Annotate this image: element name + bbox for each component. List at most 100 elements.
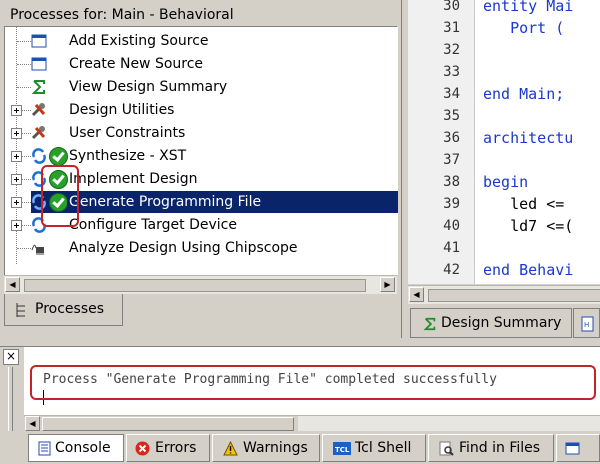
window-icon: [31, 57, 47, 71]
scroll-left-icon[interactable]: ◀: [5, 277, 20, 292]
line-number: 36: [443, 130, 460, 146]
line-number: 30: [443, 0, 460, 14]
tools-icon: [31, 103, 46, 117]
code-line: ld7 <=(: [483, 217, 574, 235]
process-item-generate-programming-file[interactable]: Generate Programming File: [31, 191, 398, 213]
console-icon: [38, 441, 51, 456]
code-line: Port (: [483, 19, 565, 37]
console-grip: [8, 367, 13, 431]
processes-header: Processes for: Main - Behavioral: [4, 4, 397, 27]
tab-processes[interactable]: Processes: [4, 294, 123, 326]
tree-connector: [17, 64, 31, 65]
code-line: entity Mai: [483, 0, 574, 15]
scrollbar-track[interactable]: [298, 416, 600, 431]
tree-connector: [22, 133, 31, 134]
close-icon[interactable]: ×: [3, 349, 19, 365]
sigma-icon: [423, 317, 436, 331]
tab-console[interactable]: Console: [28, 434, 124, 462]
line-number: 40: [443, 218, 460, 234]
process-item-add-existing-source[interactable]: Add Existing Source: [5, 30, 398, 52]
process-item-label: Configure Target Device: [69, 217, 237, 233]
tab-label: Errors: [155, 440, 197, 456]
tab-find-in-files[interactable]: Find in Files: [428, 434, 554, 462]
tcl-icon: TCL: [333, 442, 351, 455]
line-number: 42: [443, 262, 460, 278]
tab-label: Warnings: [243, 440, 308, 456]
line-number: 39: [443, 196, 460, 212]
process-item-label: Add Existing Source: [69, 33, 209, 49]
tools-icon: [31, 126, 46, 140]
expand-icon[interactable]: [11, 128, 22, 139]
process-item-analyze-chipscope[interactable]: Analyze Design Using Chipscope: [5, 237, 398, 259]
annotation-highlight: [41, 165, 79, 227]
tree-connector: [22, 225, 31, 226]
process-item-label: Create New Source: [69, 56, 204, 72]
process-tree[interactable]: Add Existing Source Create New Source Vi…: [4, 27, 398, 275]
line-number: 33: [443, 64, 460, 80]
process-item-label: Generate Programming File: [67, 193, 264, 211]
tree-connector: [22, 110, 31, 111]
code-line: begin: [483, 173, 529, 191]
expand-icon[interactable]: [11, 197, 22, 208]
expand-icon[interactable]: [11, 220, 22, 231]
tab-design-summary[interactable]: Design Summary: [410, 308, 572, 338]
line-number: 41: [443, 240, 460, 256]
tab-label: Processes: [35, 301, 105, 317]
window-icon: [31, 34, 47, 48]
tab-errors[interactable]: Errors: [126, 434, 210, 462]
console-horizontal-scrollbar[interactable]: ◀: [24, 415, 600, 432]
process-item-user-constraints[interactable]: User Constraints: [5, 122, 398, 144]
scrollbar-thumb[interactable]: [428, 289, 600, 302]
process-item-design-utilities[interactable]: Design Utilities: [5, 99, 398, 121]
tab-warnings[interactable]: Warnings: [212, 434, 320, 462]
process-item-label: Analyze Design Using Chipscope: [69, 240, 298, 256]
process-item-create-new-source[interactable]: Create New Source: [5, 53, 398, 75]
scrollbar-thumb[interactable]: [24, 279, 366, 292]
process-item-label: User Constraints: [69, 125, 186, 141]
vertical-splitter[interactable]: [401, 0, 408, 338]
line-number: 37: [443, 152, 460, 168]
tree-connector: [22, 202, 31, 203]
process-item-view-design-summary[interactable]: View Design Summary: [5, 76, 398, 98]
annotation-highlight: [30, 365, 596, 400]
horizontal-splitter[interactable]: [0, 338, 600, 347]
editor-horizontal-scrollbar[interactable]: ◀: [408, 285, 600, 304]
find-icon: [439, 441, 454, 456]
expand-icon[interactable]: [11, 174, 22, 185]
processes-panel: Processes for: Main - Behavioral Add Exi…: [0, 0, 401, 338]
line-number: 35: [443, 108, 460, 124]
processes-horizontal-scrollbar[interactable]: ◀ ▶: [4, 275, 397, 294]
tree-connector: [22, 156, 31, 157]
process-item-label: Synthesize - XST: [69, 148, 187, 164]
tab-tcl-shell[interactable]: TCL Tcl Shell: [322, 434, 426, 462]
code-line: end Behavi: [483, 261, 574, 279]
tree-connector: [17, 87, 31, 88]
scroll-left-icon[interactable]: ◀: [25, 416, 40, 431]
expand-icon[interactable]: [11, 151, 22, 162]
completed-check-icon: [49, 147, 68, 166]
expand-icon[interactable]: [11, 105, 22, 116]
process-item-label: View Design Summary: [69, 79, 228, 95]
process-item-label: Implement Design: [69, 171, 198, 187]
tree-connector: [17, 41, 31, 42]
tree-connector: [17, 248, 31, 249]
process-run-icon: [32, 148, 46, 164]
process-item-label: Design Utilities: [69, 102, 175, 118]
process-item-synthesize-xst[interactable]: Synthesize - XST: [5, 145, 398, 167]
scroll-right-icon[interactable]: ▶: [380, 277, 395, 292]
tab-overflow[interactable]: [556, 434, 600, 462]
scrollbar-thumb[interactable]: [42, 417, 294, 431]
processes-tab-icon: [16, 303, 25, 317]
scroll-left-icon[interactable]: ◀: [409, 287, 424, 302]
tcl-icon-text: TCL: [335, 446, 350, 454]
tree-connector: [22, 179, 31, 180]
line-number: 31: [443, 20, 460, 36]
console-sidebar: ×: [0, 347, 24, 431]
window-icon: [565, 442, 580, 455]
code-line: end Main;: [483, 85, 565, 103]
error-icon: [135, 441, 150, 456]
chipscope-icon: [31, 244, 44, 255]
tab-editor-file[interactable]: H: [573, 308, 600, 338]
line-number: 38: [443, 174, 460, 190]
svg-text:H: H: [584, 321, 589, 329]
